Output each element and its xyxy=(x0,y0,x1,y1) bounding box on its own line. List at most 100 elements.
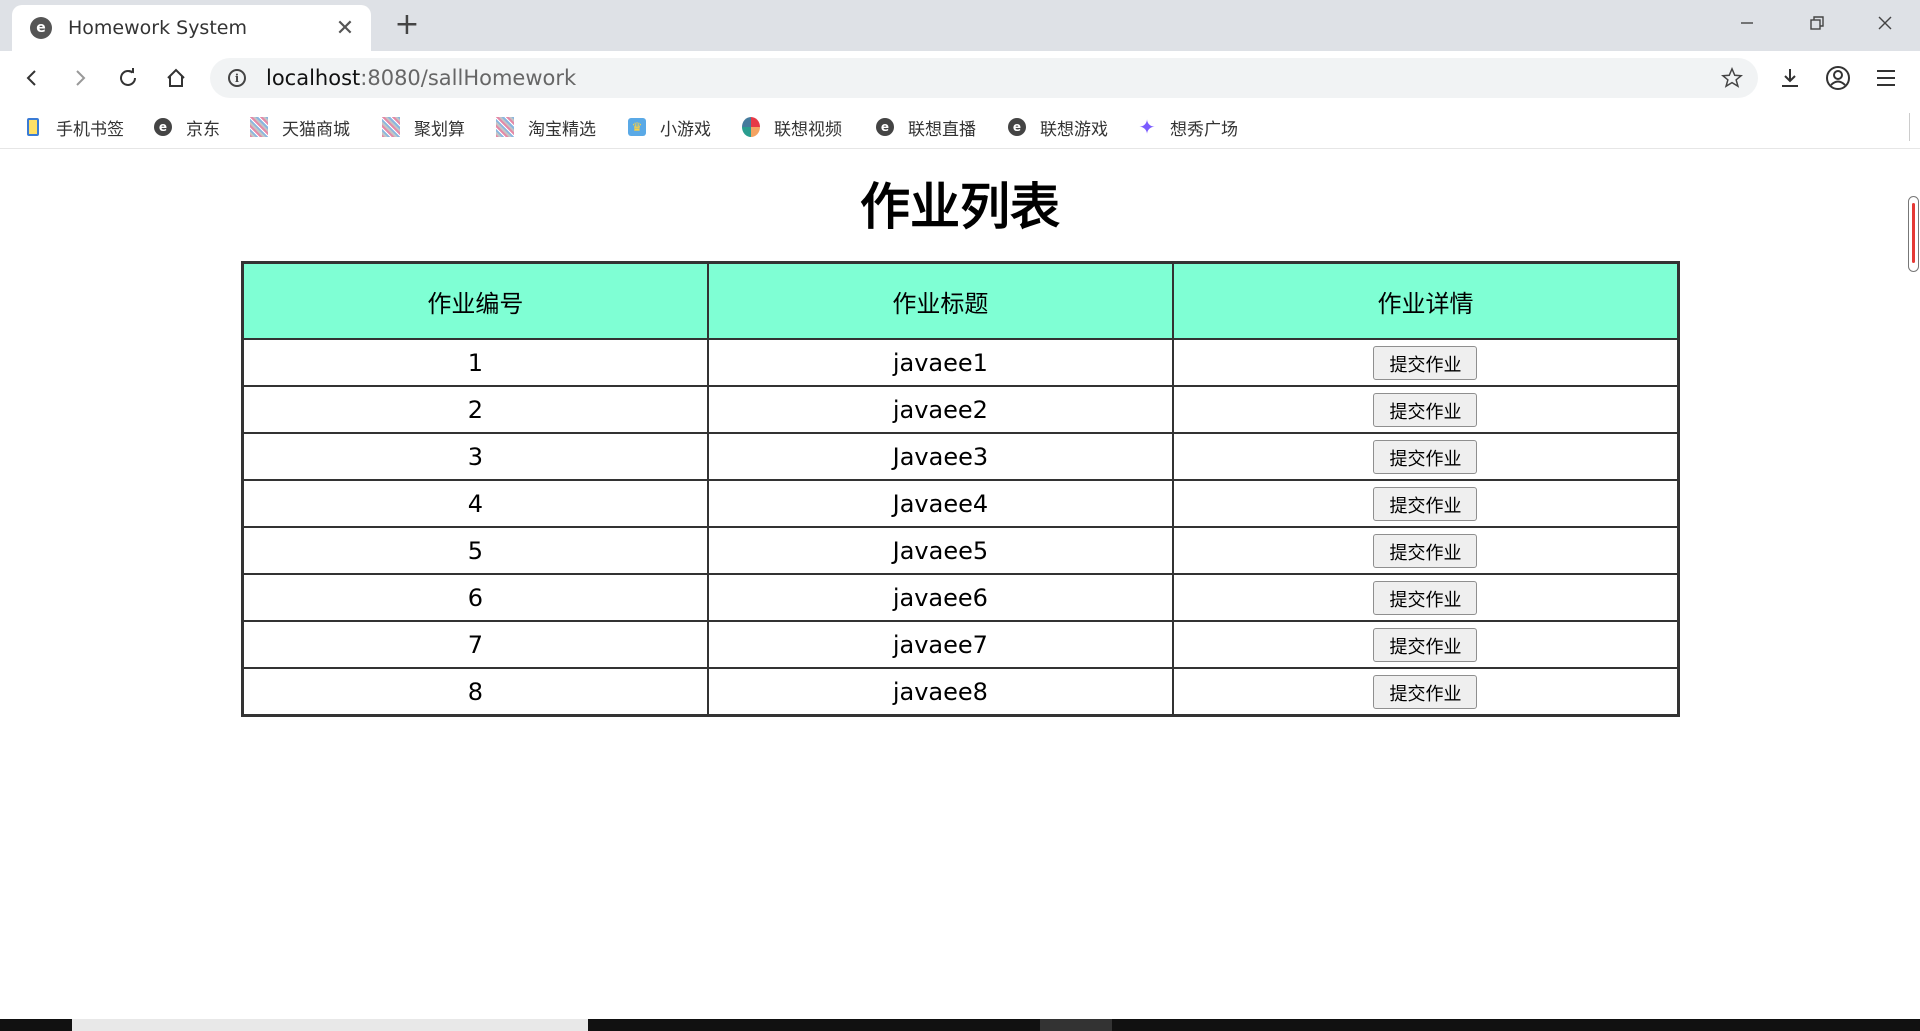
e-browser-icon: e xyxy=(154,118,172,136)
bookmark-item[interactable]: 手机书签 xyxy=(24,115,124,140)
taskbar-search-box[interactable] xyxy=(72,1019,588,1031)
taobao-icon xyxy=(496,117,514,137)
new-tab-icon[interactable]: + xyxy=(390,8,424,42)
address-bar[interactable]: i localhost:8080/sallHomework xyxy=(210,58,1758,98)
header-title: 作业标题 xyxy=(708,264,1172,338)
e-browser-icon: e xyxy=(876,118,894,136)
bookmark-label: 联想直播 xyxy=(908,119,976,140)
bookmark-label: 淘宝精选 xyxy=(528,119,596,140)
bookmark-item[interactable]: 聚划算 xyxy=(382,115,465,140)
phone-bookmark-icon xyxy=(24,118,42,136)
profile-icon[interactable] xyxy=(1820,60,1856,96)
bookmark-item[interactable]: ✦ 想秀广场 xyxy=(1138,115,1238,140)
cell-id: 5 xyxy=(244,528,707,573)
cell-detail: 提交作业 xyxy=(1173,340,1677,385)
header-detail: 作业详情 xyxy=(1173,264,1677,338)
bookmark-item[interactable]: 淘宝精选 xyxy=(496,115,596,140)
close-window-icon[interactable] xyxy=(1856,6,1914,40)
e-browser-icon: e xyxy=(1008,118,1026,136)
cell-title: Javaee4 xyxy=(708,481,1172,526)
star-icon: ✦ xyxy=(1138,115,1156,139)
home-icon[interactable] xyxy=(158,60,194,96)
submit-homework-button[interactable]: 提交作业 xyxy=(1373,627,1478,662)
taskbar-app-button[interactable] xyxy=(1040,1019,1112,1031)
table-row: 7 javaee7 提交作业 xyxy=(244,622,1677,667)
submit-homework-button[interactable]: 提交作业 xyxy=(1373,486,1478,521)
bookmark-label: 聚划算 xyxy=(414,119,465,140)
close-tab-icon[interactable]: ✕ xyxy=(333,16,357,41)
forward-icon[interactable] xyxy=(62,60,98,96)
bookmark-item[interactable]: 联想视频 xyxy=(742,115,842,140)
table-row: 6 javaee6 提交作业 xyxy=(244,575,1677,620)
url-path: :8080/sallHomework xyxy=(360,66,577,90)
e-browser-icon: e xyxy=(30,17,52,39)
table-row: 1 javaee1 提交作业 xyxy=(244,340,1677,385)
submit-homework-button[interactable]: 提交作业 xyxy=(1373,345,1478,380)
cell-detail: 提交作业 xyxy=(1173,387,1677,432)
cell-id: 2 xyxy=(244,387,707,432)
bookmark-star-icon[interactable] xyxy=(1718,64,1746,92)
table-row: 2 javaee2 提交作业 xyxy=(244,387,1677,432)
cell-id: 8 xyxy=(244,669,707,714)
cell-title: Javaee5 xyxy=(708,528,1172,573)
bookmarks-bar: 手机书签 e 京东 天猫商城 聚划算 淘宝精选 ♛ 小游戏 联想视频 e 联想直… xyxy=(0,105,1920,149)
cell-detail: 提交作业 xyxy=(1173,575,1677,620)
page-title: 作业列表 xyxy=(860,178,1060,236)
cell-id: 4 xyxy=(244,481,707,526)
cell-detail: 提交作业 xyxy=(1173,481,1677,526)
info-icon[interactable]: i xyxy=(228,69,246,87)
menu-icon[interactable] xyxy=(1868,60,1904,96)
url-host: localhost xyxy=(266,66,361,90)
header-id: 作业编号 xyxy=(244,264,707,338)
juhuasuan-icon xyxy=(382,117,400,137)
submit-homework-button[interactable]: 提交作业 xyxy=(1373,392,1478,427)
bookmark-item[interactable]: 天猫商城 xyxy=(250,115,350,140)
cell-title: javaee7 xyxy=(708,622,1172,667)
minimize-icon[interactable] xyxy=(1718,6,1776,40)
cell-detail: 提交作业 xyxy=(1173,669,1677,714)
cell-id: 6 xyxy=(244,575,707,620)
bookmark-label: 京东 xyxy=(186,119,220,140)
bookmark-label: 手机书签 xyxy=(56,119,124,140)
cell-title: javaee8 xyxy=(708,669,1172,714)
page-content: 作业列表 作业编号 作业标题 作业详情 1 javaee1 提交作业 2 jav… xyxy=(0,149,1905,1019)
cell-detail: 提交作业 xyxy=(1173,622,1677,667)
bookmark-item[interactable]: e 京东 xyxy=(154,115,220,140)
bookmark-label: 小游戏 xyxy=(660,119,711,140)
cell-title: javaee2 xyxy=(708,387,1172,432)
restore-icon[interactable] xyxy=(1788,6,1846,40)
bookmark-label: 联想游戏 xyxy=(1040,119,1108,140)
bookmark-item[interactable]: ♛ 小游戏 xyxy=(628,115,711,140)
table-row: 5 Javaee5 提交作业 xyxy=(244,528,1677,573)
tab-title: Homework System xyxy=(68,17,247,39)
cell-title: javaee1 xyxy=(708,340,1172,385)
scrollbar-track[interactable] xyxy=(1905,149,1920,1019)
browser-toolbar: i localhost:8080/sallHomework xyxy=(0,51,1920,105)
cell-id: 3 xyxy=(244,434,707,479)
submit-homework-button[interactable]: 提交作业 xyxy=(1373,674,1478,709)
scrollbar-thumb[interactable] xyxy=(1908,196,1919,272)
bookmark-item[interactable]: e 联想直播 xyxy=(876,115,976,140)
bookmark-item[interactable]: e 联想游戏 xyxy=(1008,115,1108,140)
download-icon[interactable] xyxy=(1772,60,1808,96)
cell-detail: 提交作业 xyxy=(1173,528,1677,573)
browser-tab[interactable]: e Homework System ✕ xyxy=(12,5,371,51)
tmall-icon xyxy=(250,117,268,137)
cell-detail: 提交作业 xyxy=(1173,434,1677,479)
reload-icon[interactable] xyxy=(110,60,146,96)
cell-title: Javaee3 xyxy=(708,434,1172,479)
table-row: 4 Javaee4 提交作业 xyxy=(244,481,1677,526)
tab-strip: e Homework System ✕ + xyxy=(0,0,1920,51)
bookmark-label: 联想视频 xyxy=(774,119,842,140)
submit-homework-button[interactable]: 提交作业 xyxy=(1373,580,1478,615)
table-row: 8 javaee8 提交作业 xyxy=(244,669,1677,714)
homework-table: 作业编号 作业标题 作业详情 1 javaee1 提交作业 2 javaee2 … xyxy=(241,261,1680,717)
bookmarks-divider xyxy=(1909,113,1910,141)
cell-id: 7 xyxy=(244,622,707,667)
cell-id: 1 xyxy=(244,340,707,385)
video-icon xyxy=(742,117,760,137)
table-header-row: 作业编号 作业标题 作业详情 xyxy=(244,264,1677,338)
submit-homework-button[interactable]: 提交作业 xyxy=(1373,533,1478,568)
back-icon[interactable] xyxy=(14,60,50,96)
submit-homework-button[interactable]: 提交作业 xyxy=(1373,439,1478,474)
